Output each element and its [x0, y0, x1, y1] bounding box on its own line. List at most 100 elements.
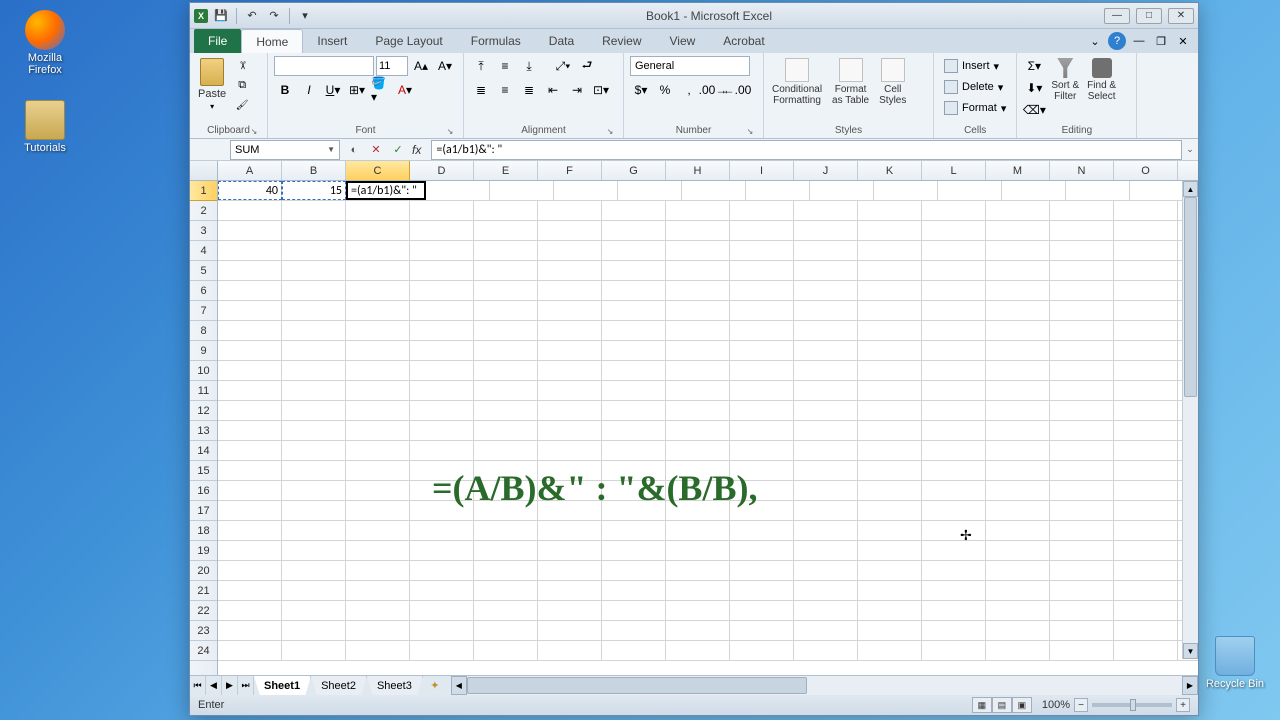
cell-F21[interactable]: [538, 581, 602, 600]
align-bottom-button[interactable]: ⤓: [518, 56, 540, 76]
last-sheet-button[interactable]: ⏭: [238, 676, 254, 695]
cell-I14[interactable]: [730, 441, 794, 460]
cell-G24[interactable]: [602, 641, 666, 660]
cell-O24[interactable]: [1114, 641, 1178, 660]
cell-F9[interactable]: [538, 341, 602, 360]
cell-B2[interactable]: [282, 201, 346, 220]
cell-O14[interactable]: [1114, 441, 1178, 460]
cell-L8[interactable]: [922, 321, 986, 340]
cell-E7[interactable]: [474, 301, 538, 320]
cell-F23[interactable]: [538, 621, 602, 640]
insert-cells-button[interactable]: Insert▾: [940, 56, 1010, 76]
cell-L20[interactable]: [922, 561, 986, 580]
cell-E2[interactable]: [474, 201, 538, 220]
bold-button[interactable]: B: [274, 80, 296, 100]
cell-E20[interactable]: [474, 561, 538, 580]
select-all-button[interactable]: [190, 161, 218, 180]
cell-N15[interactable]: [1050, 461, 1114, 480]
cell-L9[interactable]: [922, 341, 986, 360]
cell-G11[interactable]: [602, 381, 666, 400]
cell-H17[interactable]: [666, 501, 730, 520]
cell-C20[interactable]: [346, 561, 410, 580]
cell-C2[interactable]: [346, 201, 410, 220]
vscroll-thumb[interactable]: [1184, 197, 1197, 397]
sheet-tab-3[interactable]: Sheet3: [367, 676, 423, 695]
cell-M12[interactable]: [986, 401, 1050, 420]
font-launcher[interactable]: ↘: [445, 127, 455, 137]
cell-M22[interactable]: [986, 601, 1050, 620]
cell-G5[interactable]: [602, 261, 666, 280]
align-center-button[interactable]: ≡: [494, 80, 516, 100]
zoom-slider[interactable]: [1092, 703, 1172, 707]
cell-C11[interactable]: [346, 381, 410, 400]
cell-A5[interactable]: [218, 261, 282, 280]
cell-D11[interactable]: [410, 381, 474, 400]
cell-C8[interactable]: [346, 321, 410, 340]
cell-F17[interactable]: [538, 501, 602, 520]
column-header-F[interactable]: F: [538, 161, 602, 180]
formula-input[interactable]: [431, 140, 1182, 160]
wrap-text-button[interactable]: ⮐: [576, 56, 598, 76]
row-header-15[interactable]: 15: [190, 461, 217, 481]
cell-N20[interactable]: [1050, 561, 1114, 580]
cell-M14[interactable]: [986, 441, 1050, 460]
cell-J2[interactable]: [794, 201, 858, 220]
cell-L12[interactable]: [922, 401, 986, 420]
cell-C18[interactable]: [346, 521, 410, 540]
desktop-icon-firefox[interactable]: Mozilla Firefox: [10, 10, 80, 76]
cell-J15[interactable]: [794, 461, 858, 480]
cell-J21[interactable]: [794, 581, 858, 600]
cell-D18[interactable]: [410, 521, 474, 540]
workbook-restore-button[interactable]: ❐: [1152, 32, 1170, 50]
cell-G15[interactable]: [602, 461, 666, 480]
fill-color-button[interactable]: 🪣▾: [370, 80, 392, 100]
cell-D7[interactable]: [410, 301, 474, 320]
cell-C4[interactable]: [346, 241, 410, 260]
cell-C12[interactable]: [346, 401, 410, 420]
cell-K15[interactable]: [858, 461, 922, 480]
cell-G17[interactable]: [602, 501, 666, 520]
cell-B3[interactable]: [282, 221, 346, 240]
cell-D8[interactable]: [410, 321, 474, 340]
cell-I1[interactable]: [746, 181, 810, 200]
row-header-6[interactable]: 6: [190, 281, 217, 301]
align-left-button[interactable]: ≣: [470, 80, 492, 100]
row-header-16[interactable]: 16: [190, 481, 217, 501]
cell-L16[interactable]: [922, 481, 986, 500]
cell-I2[interactable]: [730, 201, 794, 220]
cell-I16[interactable]: [730, 481, 794, 500]
cell-G9[interactable]: [602, 341, 666, 360]
cell-H21[interactable]: [666, 581, 730, 600]
cell-M23[interactable]: [986, 621, 1050, 640]
cell-I20[interactable]: [730, 561, 794, 580]
cell-D14[interactable]: [410, 441, 474, 460]
tab-home[interactable]: Home: [241, 29, 303, 53]
zoom-level[interactable]: 100%: [1042, 699, 1070, 711]
cell-O11[interactable]: [1114, 381, 1178, 400]
cell-I18[interactable]: [730, 521, 794, 540]
format-cells-button[interactable]: Format▾: [940, 98, 1010, 118]
cell-A2[interactable]: [218, 201, 282, 220]
column-header-K[interactable]: K: [858, 161, 922, 180]
cell-B18[interactable]: [282, 521, 346, 540]
cell-M9[interactable]: [986, 341, 1050, 360]
cell-O18[interactable]: [1114, 521, 1178, 540]
cell-G13[interactable]: [602, 421, 666, 440]
cell-H24[interactable]: [666, 641, 730, 660]
cell-M3[interactable]: [986, 221, 1050, 240]
column-header-D[interactable]: D: [410, 161, 474, 180]
desktop-icon-tutorials[interactable]: Tutorials: [10, 100, 80, 154]
cell-I21[interactable]: [730, 581, 794, 600]
cell-B24[interactable]: [282, 641, 346, 660]
cell-D17[interactable]: [410, 501, 474, 520]
paste-button[interactable]: Paste ▾: [196, 56, 228, 113]
cell-C22[interactable]: [346, 601, 410, 620]
row-header-19[interactable]: 19: [190, 541, 217, 561]
cell-H16[interactable]: [666, 481, 730, 500]
vertical-scrollbar[interactable]: ▲ ▼: [1182, 181, 1198, 659]
cell-C24[interactable]: [346, 641, 410, 660]
cell-G4[interactable]: [602, 241, 666, 260]
column-header-G[interactable]: G: [602, 161, 666, 180]
cell-G22[interactable]: [602, 601, 666, 620]
cell-K11[interactable]: [858, 381, 922, 400]
